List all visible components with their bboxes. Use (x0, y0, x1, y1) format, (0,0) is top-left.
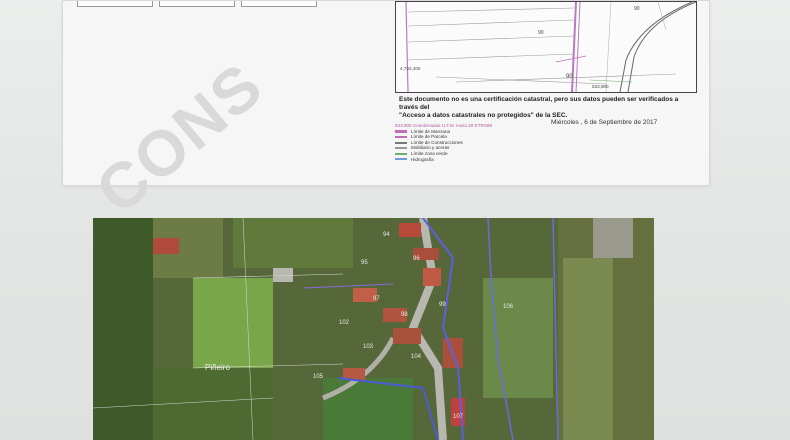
parcel-label: 95 (361, 260, 368, 266)
header-boxes (77, 1, 317, 7)
watermark: CONS (82, 48, 277, 228)
parcel-label: 94 (383, 232, 390, 238)
legend-item-label: Hidrografía (411, 156, 434, 162)
aerial-orthophoto: Piñeiro 94 95 96 97 98 99 102 103 104 10… (93, 218, 654, 440)
map-legend: 533,900 Coordenadas U.T.M. Huso 29 ETRS8… (395, 123, 492, 162)
parcel-label: 98 (401, 312, 408, 318)
disclaimer-text: Este documento no es una certificación c… (399, 96, 699, 120)
parcel-label: 99 (439, 302, 446, 308)
header-box (159, 1, 235, 7)
disclaimer-line-1: Este documento no es una certificación c… (399, 96, 679, 111)
document-date: Miércoles , 6 de Septiembre de 2017 (551, 119, 658, 126)
parcel-label: 96 (413, 256, 420, 262)
cadastral-map: 90 90 90 4,732,400 533,900 (395, 1, 697, 93)
parcel-label: 90 (634, 6, 640, 12)
parcel-label: 106 (503, 304, 514, 310)
coord-label-left: 4,732,400 (400, 66, 421, 71)
place-label: Piñeiro (205, 363, 230, 372)
header-box (241, 1, 317, 7)
parcel-label: 103 (363, 344, 374, 350)
cadastral-map-drawing: 90 90 90 4,732,400 533,900 (400, 2, 696, 92)
parcel-label: 102 (339, 320, 350, 326)
monitor-screen: CONS 90 90 90 4,732,400 533,900 Este doc… (0, 0, 790, 440)
parcel-label: 90 (538, 30, 544, 36)
parcel-label: 97 (373, 296, 380, 302)
parcel-label: 104 (411, 354, 422, 360)
parcel-label: 90 (566, 74, 573, 80)
legend-item: Hidrografía (395, 157, 492, 163)
coord-label-bottom: 533,900 (592, 84, 609, 89)
aerial-photo-drawing: Piñeiro 94 95 96 97 98 99 102 103 104 10… (93, 218, 654, 440)
header-box (77, 1, 153, 7)
parcel-label: 107 (453, 414, 464, 420)
parcel-label: 105 (313, 374, 324, 380)
cadastral-document-page: CONS 90 90 90 4,732,400 533,900 Este doc… (62, 0, 710, 228)
